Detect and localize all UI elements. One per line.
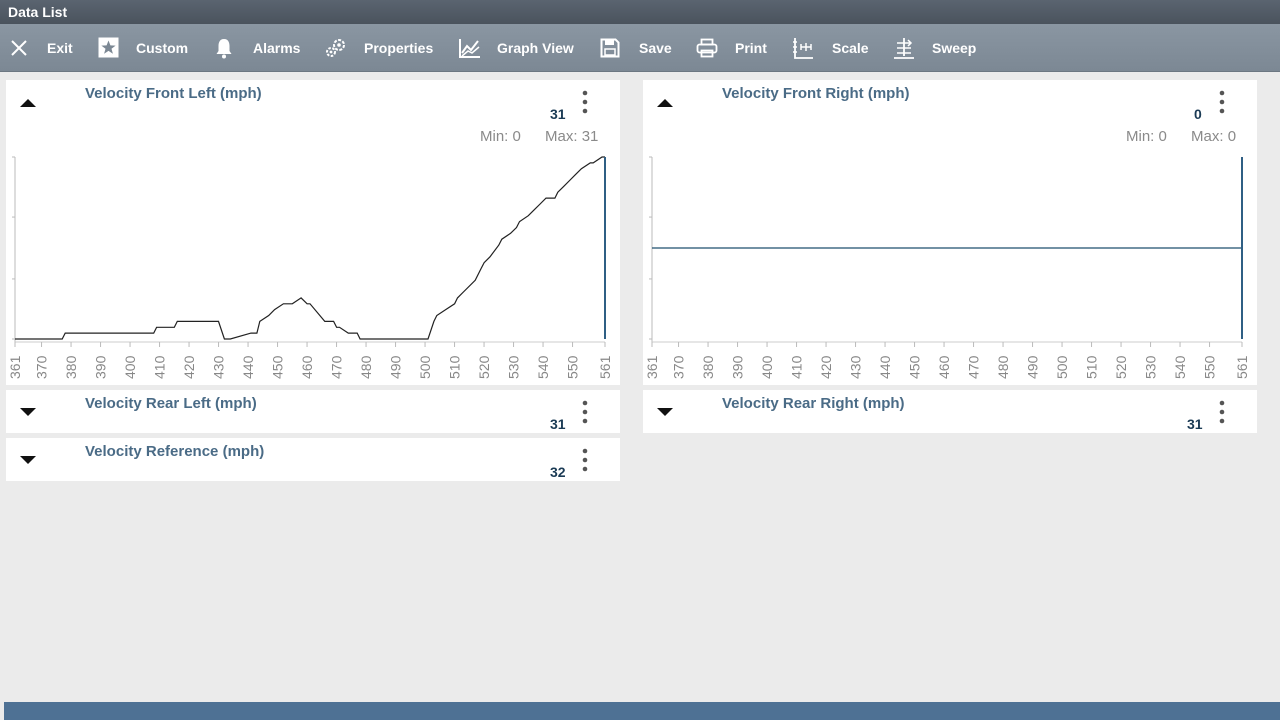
x-tick-label: 460 <box>936 355 952 379</box>
panel-title: Velocity Reference (mph) <box>85 443 265 460</box>
x-tick-label: 510 <box>447 355 463 379</box>
x-tick-label: 510 <box>1084 355 1100 379</box>
x-tick-label: 440 <box>877 355 893 379</box>
x-tick-label: 470 <box>329 355 345 379</box>
x-tick-label: 410 <box>789 355 805 379</box>
x-tick-label: 370 <box>671 355 687 379</box>
sweep-label: Sweep <box>932 39 977 56</box>
x-tick-label: 361 <box>644 355 660 379</box>
x-tick-label: 440 <box>240 355 256 379</box>
velocity-front-right-chart: 361 370 380 390 400 410 420 430 440 450 460 470 480 4… <box>644 156 1250 379</box>
panel-velocity-rear-left: Velocity Rear Left (mph) 31 <box>6 390 620 433</box>
x-tick-label: 540 <box>535 355 551 379</box>
floppy-icon <box>600 38 620 57</box>
x-tick-label: 370 <box>34 355 50 379</box>
x-tick-label: 561 <box>1234 355 1250 379</box>
x-tick-label: 420 <box>181 355 197 379</box>
gears-icon <box>326 38 345 57</box>
save-label: Save <box>639 39 672 56</box>
velocity-front-left-chart: 361 370 380 390 400 410 420 430 440 450 460 470 480 4… <box>7 156 613 379</box>
exit-label: Exit <box>47 39 73 56</box>
current-value: 31 <box>550 416 566 432</box>
x-tick-label: 540 <box>1172 355 1188 379</box>
x-tick-label: 550 <box>565 355 581 379</box>
exit-button[interactable]: Exit <box>10 24 73 71</box>
current-value: 32 <box>550 464 566 480</box>
x-tick-label: 490 <box>1025 355 1041 379</box>
print-button[interactable]: Print <box>696 24 767 71</box>
graph-icon <box>459 38 480 58</box>
expand-arrow-icon[interactable] <box>18 405 38 419</box>
x-tick-label: 380 <box>63 355 79 379</box>
x-tick-label: 480 <box>995 355 1011 379</box>
x-tick-label: 460 <box>299 355 315 379</box>
more-options-icon[interactable] <box>580 448 590 472</box>
bell-icon <box>216 38 232 58</box>
scale-button[interactable]: Scale <box>792 24 869 71</box>
x-tick-label: 530 <box>506 355 522 379</box>
x-tick-label: 410 <box>152 355 168 379</box>
bottom-bar <box>4 702 1280 720</box>
x-tick-label: 450 <box>907 355 923 379</box>
x-tick-label: 530 <box>1143 355 1159 379</box>
x-tick-label: 450 <box>270 355 286 379</box>
panel-velocity-front-right: Velocity Front Right (mph) 0 Min: 0 Max:… <box>643 80 1257 385</box>
panel-title: Velocity Rear Right (mph) <box>722 395 905 412</box>
more-options-icon[interactable] <box>580 400 590 424</box>
scale-icon <box>793 37 813 59</box>
custom-label: Custom <box>136 39 189 56</box>
x-tick-label: 500 <box>1054 355 1070 379</box>
x-tick-label: 420 <box>818 355 834 379</box>
close-icon <box>11 39 27 56</box>
more-options-icon[interactable] <box>1217 400 1227 424</box>
sweep-button[interactable]: Sweep <box>893 24 976 71</box>
x-tick-label: 430 <box>211 355 227 379</box>
properties-label: Properties <box>364 39 434 56</box>
properties-button[interactable]: Properties <box>325 24 433 71</box>
print-label: Print <box>735 39 767 56</box>
x-tick-label: 380 <box>700 355 716 379</box>
x-tick-label: 470 <box>966 355 982 379</box>
printer-icon <box>696 38 718 57</box>
star-icon <box>98 37 119 58</box>
custom-button[interactable]: Custom <box>98 24 188 71</box>
scale-label: Scale <box>832 39 869 56</box>
current-value: 31 <box>1187 416 1203 432</box>
x-tick-label: 390 <box>730 355 746 379</box>
expand-arrow-icon[interactable] <box>18 453 38 467</box>
panel-title: Velocity Rear Left (mph) <box>85 395 257 412</box>
graph-view-button[interactable]: Graph View <box>459 24 574 71</box>
alarms-label: Alarms <box>253 39 301 56</box>
x-tick-label: 550 <box>1202 355 1218 379</box>
series-line <box>15 156 605 340</box>
window-title: Data List <box>8 4 68 20</box>
x-tick-label: 520 <box>476 355 492 379</box>
panel-velocity-reference: Velocity Reference (mph) 32 <box>6 438 620 481</box>
panel-velocity-front-left: Velocity Front Left (mph) 31 Min: 0 Max:… <box>6 80 620 385</box>
x-tick-label: 361 <box>7 355 23 379</box>
window-title-bar: Data List <box>0 0 1280 24</box>
toolbar: Exit Custom Alarms Properties Graph View… <box>0 24 1280 72</box>
x-tick-label: 400 <box>759 355 775 379</box>
x-tick-label: 480 <box>358 355 374 379</box>
x-tick-label: 430 <box>848 355 864 379</box>
x-tick-label: 500 <box>417 355 433 379</box>
expand-arrow-icon[interactable] <box>655 405 675 419</box>
x-tick-label: 561 <box>597 355 613 379</box>
x-tick-label: 400 <box>122 355 138 379</box>
graph-view-label: Graph View <box>497 39 574 56</box>
x-tick-label: 390 <box>93 355 109 379</box>
sweep-icon <box>894 37 914 59</box>
x-tick-label: 490 <box>388 355 404 379</box>
panel-velocity-rear-right: Velocity Rear Right (mph) 31 <box>643 390 1257 433</box>
x-tick-label: 520 <box>1113 355 1129 379</box>
alarms-button[interactable]: Alarms <box>215 24 300 71</box>
save-button[interactable]: Save <box>600 24 672 71</box>
